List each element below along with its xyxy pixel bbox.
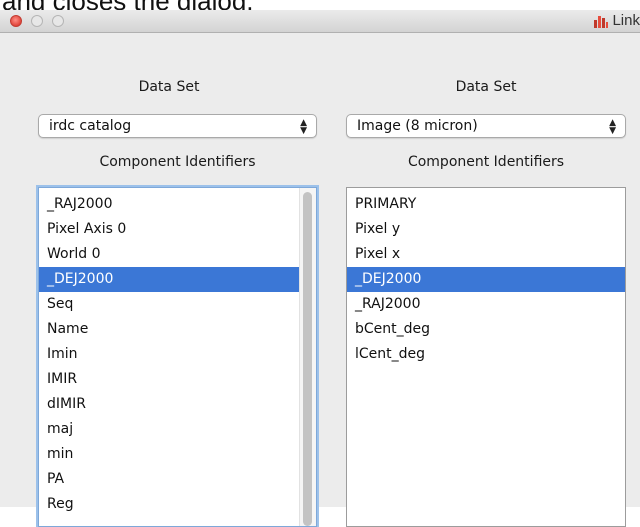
list-item[interactable]: min	[39, 442, 316, 467]
list-item[interactable]: dIMIR	[39, 392, 316, 417]
list-item[interactable]: Pixel x	[347, 242, 625, 267]
left-dataset-select[interactable]: irdc catalog ▲ ▼	[38, 114, 317, 138]
window-title: Link	[593, 10, 640, 32]
list-item[interactable]: _DEJ2000	[39, 267, 316, 292]
right-dataset-select[interactable]: Image (8 micron) ▲ ▼	[346, 114, 626, 138]
list-item[interactable]: _RAJ2000	[347, 292, 625, 317]
minimize-window-button[interactable]	[31, 15, 43, 27]
list-item[interactable]: _DEJ2000	[347, 267, 625, 292]
link-dialog-window: Link Data Set irdc catalog ▲ ▼ Component …	[0, 10, 640, 527]
right-components-label: Component Identifiers	[407, 154, 565, 170]
list-item[interactable]: Name	[39, 317, 316, 342]
right-components-list[interactable]: PRIMARY Pixel y Pixel x _DEJ2000 _RAJ2000 bCe…	[346, 187, 626, 527]
list-item[interactable]: PRIMARY	[347, 192, 625, 217]
list-item[interactable]: PA	[39, 467, 316, 492]
left-components-list[interactable]: _RAJ2000 Pixel Axis 0 World 0 _DEJ2000 Seq Na…	[38, 187, 317, 527]
list-item[interactable]: Pixel y	[347, 217, 625, 242]
list-item[interactable]: _RAJ2000	[39, 192, 316, 217]
list-item[interactable]: bCent_deg	[347, 317, 625, 342]
right-dataset-label: Data Set	[455, 79, 517, 95]
left-dataset-label: Data Set	[138, 79, 200, 95]
list-item[interactable]: lCent_deg	[347, 342, 625, 367]
list-item[interactable]: World 0	[39, 242, 316, 267]
left-dataset-value: irdc catalog	[49, 118, 132, 134]
bar-chart-icon	[594, 16, 609, 28]
list-item[interactable]: maj	[39, 417, 316, 442]
window-title-text: Link	[612, 12, 640, 29]
list-item[interactable]: Imin	[39, 342, 316, 367]
left-components-label: Component Identifiers	[99, 154, 256, 170]
zoom-window-button[interactable]	[52, 15, 64, 27]
close-window-button[interactable]	[10, 15, 22, 27]
list-item[interactable]: Pixel Axis 0	[39, 217, 316, 242]
titlebar: Link	[0, 10, 640, 33]
list-item[interactable]: Reg	[39, 492, 316, 517]
right-dataset-value: Image (8 micron)	[357, 118, 478, 134]
list-item[interactable]: Seq	[39, 292, 316, 317]
list-item[interactable]: IMIR	[39, 367, 316, 392]
left-list-scrollbar[interactable]	[299, 188, 316, 526]
select-arrows-icon: ▲ ▼	[609, 118, 616, 136]
left-list-scroll-thumb[interactable]	[303, 192, 312, 526]
select-arrows-icon: ▲ ▼	[300, 118, 307, 136]
